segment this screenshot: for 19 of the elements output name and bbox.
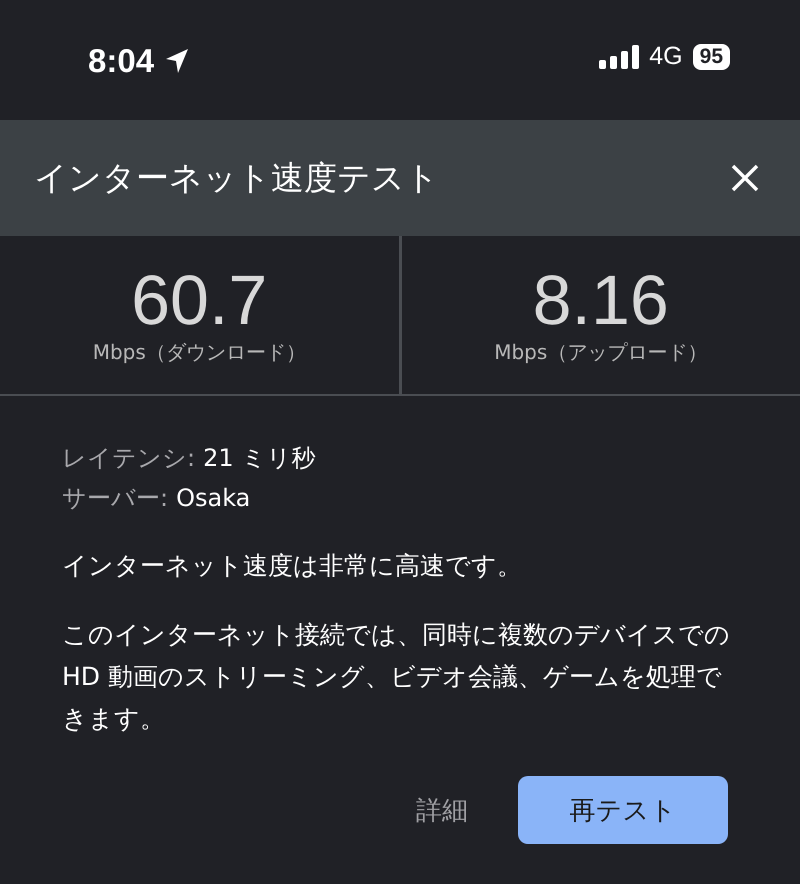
speed-unit: Mbps（ダウンロード）: [92, 338, 306, 366]
retest-button[interactable]: 再テスト: [518, 776, 728, 844]
dialog-title: インターネット速度テスト: [34, 156, 439, 198]
battery-level: 95: [692, 44, 730, 70]
speed-unit: Mbps（アップロード）: [494, 338, 708, 366]
clock-time: 8:04: [88, 42, 154, 80]
speed-value: 8.16: [532, 264, 669, 334]
details-button[interactable]: 詳細: [416, 792, 468, 828]
detail-value: 21 ミリ秒: [203, 444, 316, 472]
detail-label: サーバー:: [62, 484, 168, 512]
description-text: このインターネット接続では、同時に複数のデバイスでの HD 動画のストリーミング、ビデオ会議、ゲームを処理できます。: [62, 619, 731, 735]
speed-value: 60.7: [131, 264, 268, 334]
detail-label: レイテンシ:: [62, 444, 196, 472]
location-arrow-icon: [164, 47, 190, 75]
signal-icon: [599, 44, 640, 68]
close-icon[interactable]: [730, 163, 760, 193]
network-type: 4G: [649, 42, 683, 71]
detail-value: Osaka: [176, 484, 250, 512]
summary-text: インターネット速度は非常に高速です。: [62, 550, 523, 582]
